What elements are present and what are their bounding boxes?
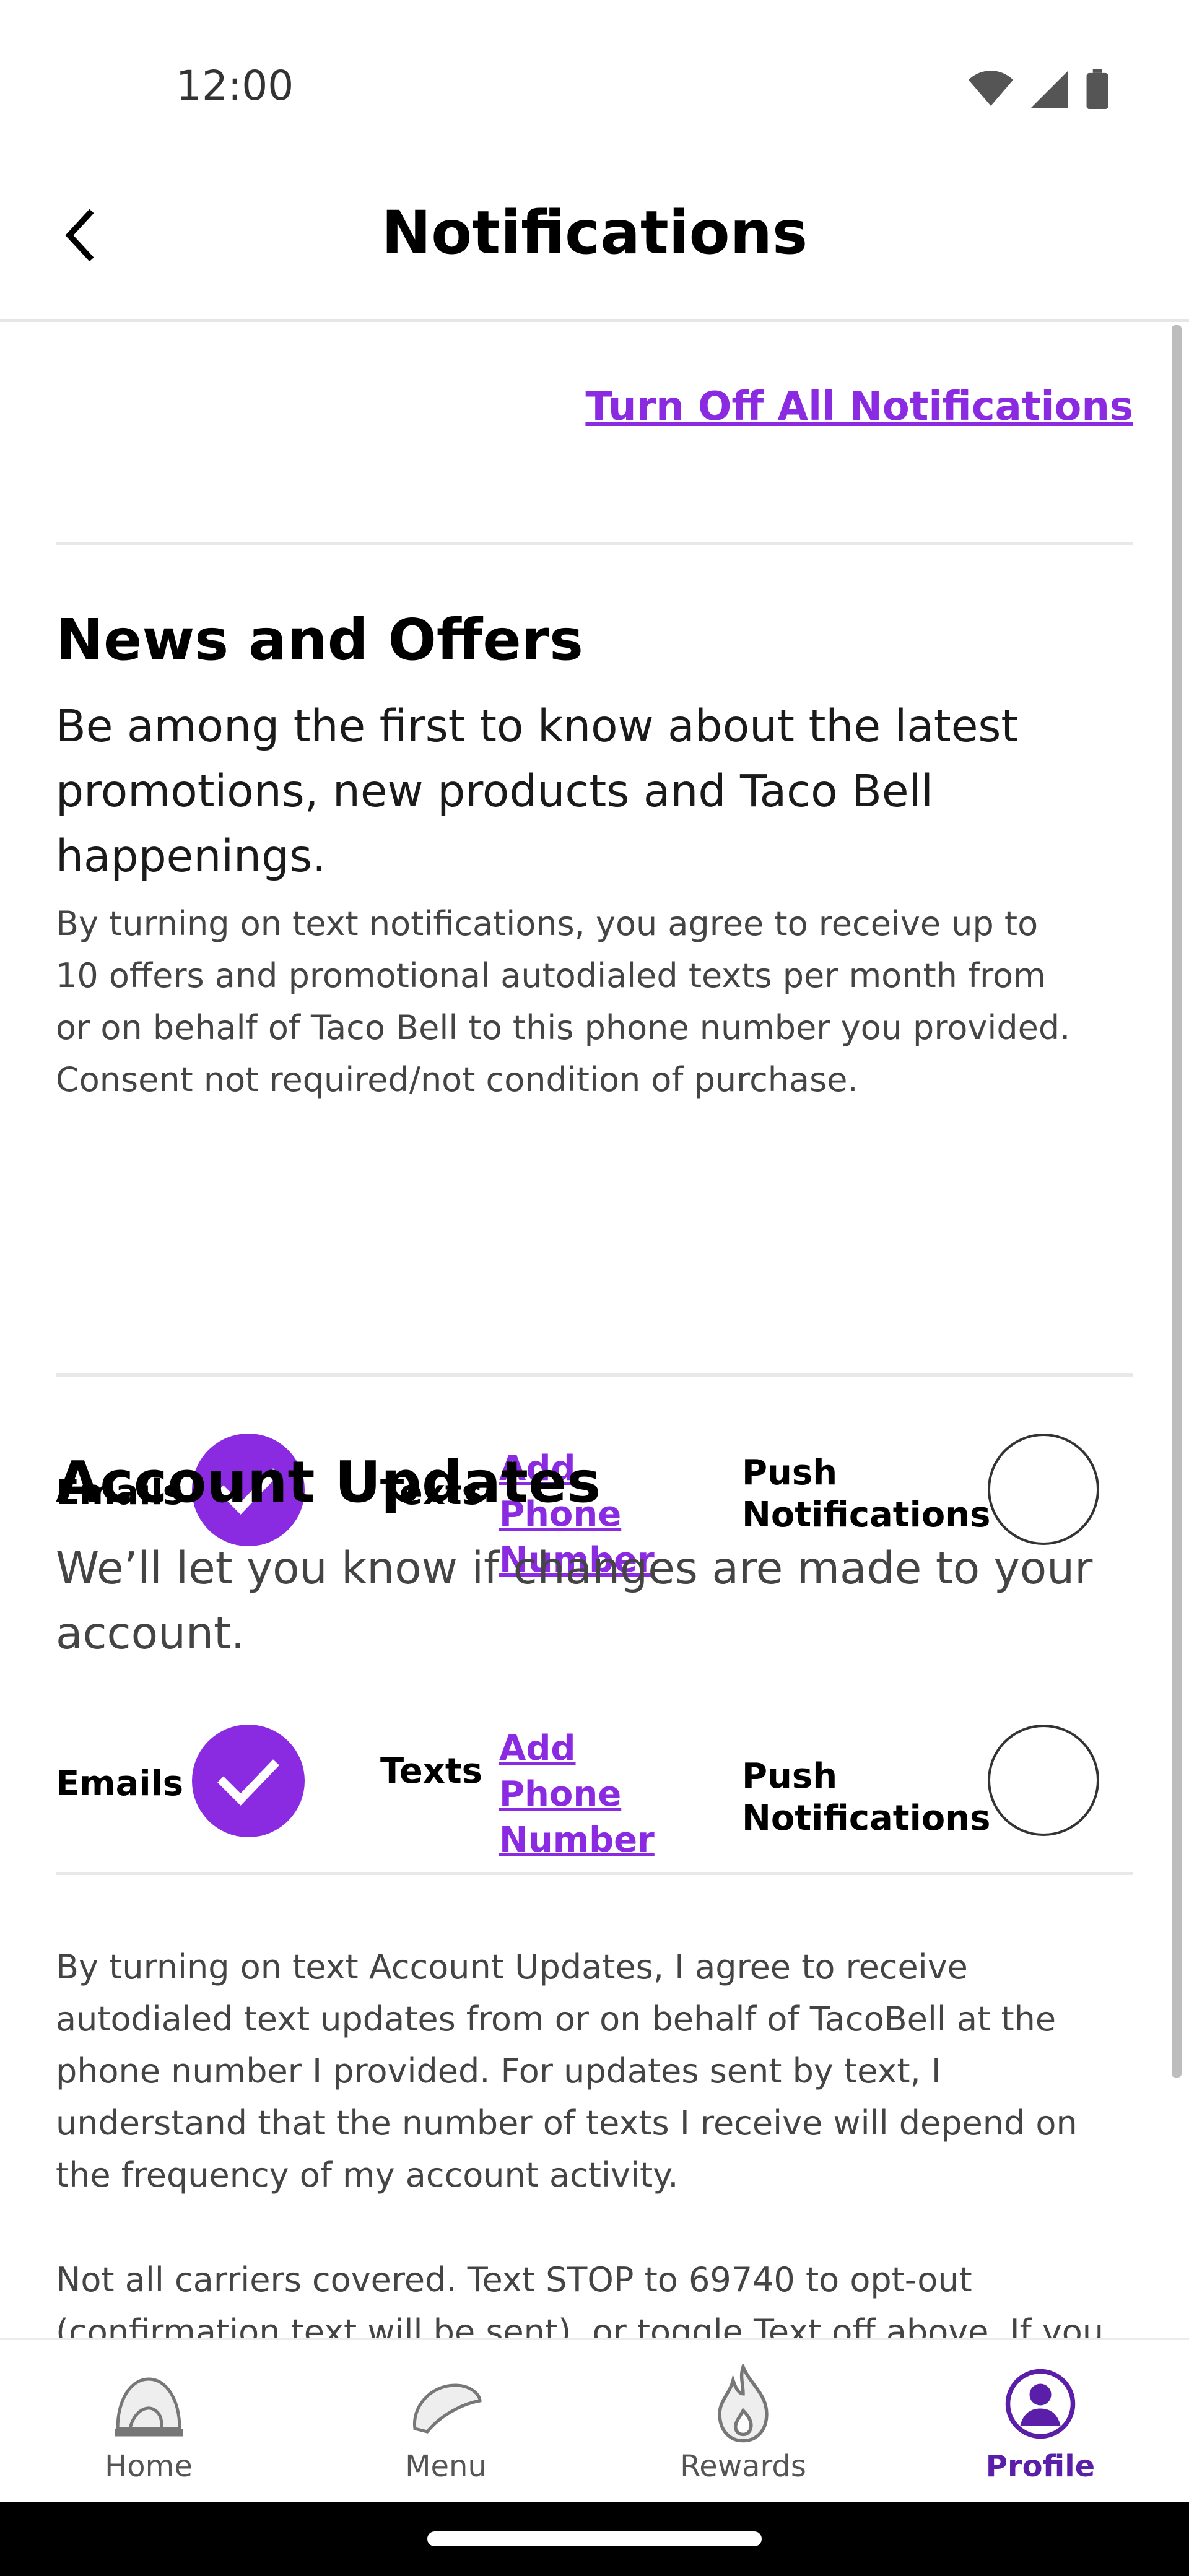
taco-icon bbox=[406, 2364, 486, 2444]
news-fine-print: By turning on text notifications, you ag… bbox=[56, 904, 1071, 1099]
bell-icon bbox=[108, 2364, 189, 2444]
news-section-title: News and Offers bbox=[56, 607, 583, 673]
carrier-disclaimer: Not all carriers covered. Text STOP to 6… bbox=[56, 2260, 1104, 2338]
status-bar: 12:00 bbox=[0, 0, 1189, 161]
system-nav-bar bbox=[0, 2502, 1189, 2576]
texts-label: Texts bbox=[380, 1751, 482, 1791]
news-lead-text: Be among the first to know about the lat… bbox=[56, 700, 1019, 882]
push-notifications-label: Push Notifications bbox=[742, 1756, 991, 1838]
account-section-title: Account Updates bbox=[56, 1449, 601, 1515]
account-add-phone-link[interactable]: Add Phone Number bbox=[499, 1726, 710, 1863]
home-indicator[interactable] bbox=[427, 2531, 762, 2546]
nav-item-profile[interactable]: Profile bbox=[892, 2340, 1189, 2504]
wifi-icon bbox=[969, 71, 1013, 106]
nav-item-menu[interactable]: Menu bbox=[297, 2340, 594, 2504]
nav-label: Home bbox=[105, 2449, 193, 2484]
account-fine-print: By turning on text Account Updates, I ag… bbox=[56, 1947, 1078, 2195]
turn-off-all-link[interactable]: Turn Off All Notifications bbox=[585, 384, 1133, 430]
nav-item-rewards[interactable]: Rewards bbox=[594, 2340, 892, 2504]
nav-label: Profile bbox=[985, 2449, 1095, 2484]
divider bbox=[56, 1872, 1133, 1875]
cellular-icon bbox=[1031, 71, 1068, 108]
account-push-checkbox[interactable] bbox=[988, 1725, 1099, 1836]
nav-label: Rewards bbox=[680, 2449, 806, 2484]
account-lead-text: We’ll let you know if changes are made t… bbox=[56, 1543, 1093, 1659]
battery-icon bbox=[1086, 69, 1108, 109]
nav-item-home[interactable]: Home bbox=[0, 2340, 297, 2504]
divider bbox=[56, 542, 1133, 545]
status-time: 12:00 bbox=[176, 62, 294, 110]
emails-label: Emails bbox=[56, 1764, 184, 1804]
page-title: Notifications bbox=[381, 198, 808, 268]
account-emails-checkbox[interactable] bbox=[192, 1725, 305, 1837]
account-preferences-row: Emails Texts Add Phone Number Push Notif… bbox=[56, 1725, 1133, 1860]
account-updates-content: Account Updates We’ll let you know if ch… bbox=[56, 1372, 1133, 2338]
flame-icon bbox=[703, 2364, 783, 2444]
app-header: Notifications bbox=[0, 161, 1189, 322]
bottom-nav: Home Menu Rewards Profile bbox=[0, 2338, 1189, 2504]
profile-icon bbox=[1000, 2364, 1081, 2444]
nav-label: Menu bbox=[405, 2449, 487, 2484]
status-icons bbox=[969, 69, 1108, 109]
scrollbar[interactable] bbox=[1172, 325, 1182, 2078]
checkmark-icon bbox=[217, 1759, 279, 1806]
